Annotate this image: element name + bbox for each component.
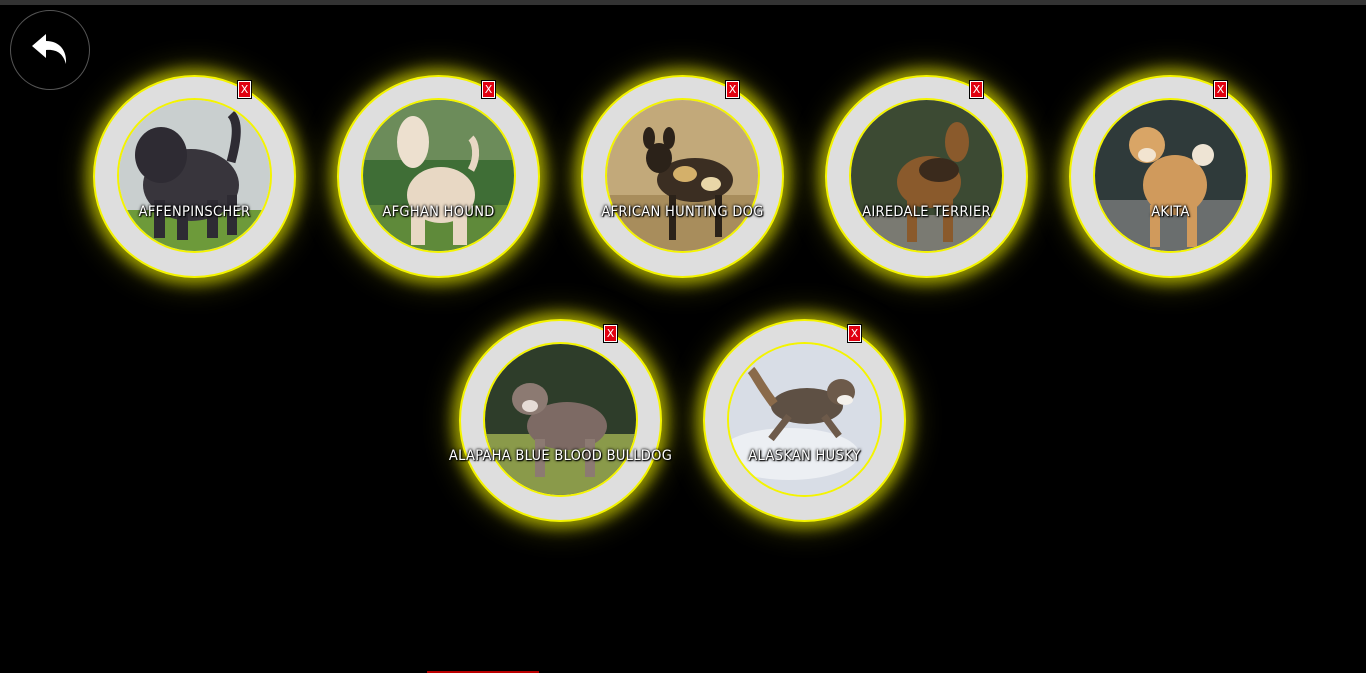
undo-arrow-icon [32,34,67,64]
breed-photo [605,98,760,253]
breed-card-african-hunting-dog[interactable]: AFRICAN HUNTING DOG X [581,75,784,278]
breed-card-afghan-hound[interactable]: AFGHAN HOUND X [337,75,540,278]
breed-photo [849,98,1004,253]
remove-button[interactable]: X [1213,80,1228,99]
breed-card-affenpinscher[interactable]: AFFENPINSCHER X [93,75,296,278]
breed-card-alaskan-husky[interactable]: ALASKAN HUSKY X [703,319,906,522]
breed-card-airedale-terrier[interactable]: AIREDALE TERRIER X [825,75,1028,278]
remove-button[interactable]: X [481,80,496,99]
back-button[interactable] [10,10,90,90]
breed-photo [1093,98,1248,253]
breed-name: AKITA [1151,204,1190,220]
remove-button[interactable]: X [969,80,984,99]
remove-button[interactable]: X [603,324,618,343]
breed-photo [361,98,516,253]
breed-photo [727,342,882,497]
breed-photo [483,342,638,497]
remove-button[interactable]: X [847,324,862,343]
breed-photo [117,98,272,253]
remove-button[interactable]: X [237,80,252,99]
breed-card-akita[interactable]: AKITA X [1069,75,1272,278]
breed-card-alapaha-blue-blood-bulldog[interactable]: ALAPAHA BLUE BLOOD BULLDOG X [449,319,672,522]
breed-name: ALASKAN HUSKY [748,448,861,464]
remove-button[interactable]: X [725,80,740,99]
window-top-bar [0,0,1366,5]
